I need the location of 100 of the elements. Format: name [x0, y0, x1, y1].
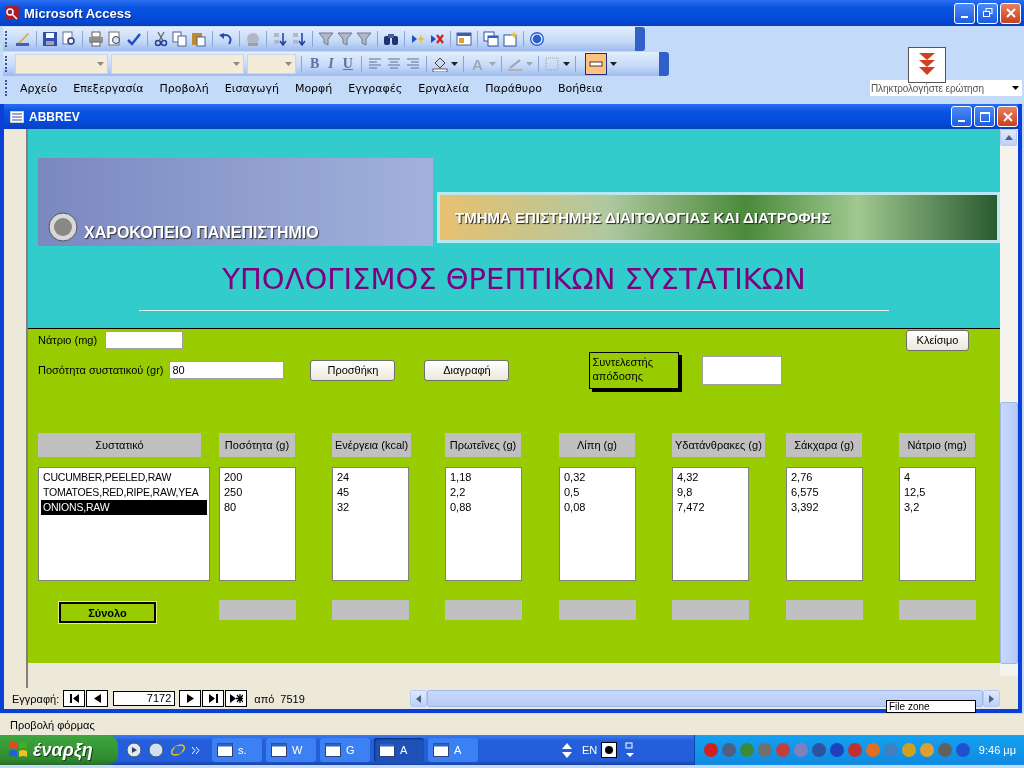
- menu-item[interactable]: Εργαλεία: [410, 81, 478, 95]
- input-field[interactable]: 80: [169, 361, 285, 379]
- menu-item[interactable]: Μορφή: [286, 81, 341, 95]
- taskbar-button[interactable]: G: [320, 738, 370, 762]
- line-color-icon[interactable]: [506, 56, 523, 72]
- list-item: 4: [903, 470, 912, 485]
- list-item[interactable]: TOMATOES,RED,RIPE,RAW,YEA: [41, 485, 201, 500]
- record-count-label: από: [254, 692, 275, 705]
- first-record-button[interactable]: [63, 690, 86, 707]
- tray-icon[interactable]: [811, 742, 827, 758]
- tray-icon[interactable]: [829, 742, 845, 758]
- maximize-button[interactable]: [974, 106, 995, 127]
- scroll-down-icon[interactable]: [562, 751, 572, 758]
- key-icon: [4, 5, 20, 21]
- vertical-scrollbar[interactable]: [1000, 129, 1018, 676]
- caret-icon[interactable]: [450, 62, 458, 66]
- find-icon[interactable]: [383, 31, 399, 47]
- list-box[interactable]: 4 12,5 3,2: [899, 467, 976, 581]
- underline-button[interactable]: U: [339, 56, 356, 72]
- new-record-button[interactable]: [225, 690, 248, 707]
- next-record-button[interactable]: [179, 690, 202, 707]
- double-chevron-down-icon[interactable]: [908, 47, 946, 83]
- scroll-up-icon[interactable]: [562, 742, 572, 749]
- list-box[interactable]: 1,18 2,2 0,88: [445, 467, 522, 581]
- sort-icon[interactable]: [272, 31, 288, 47]
- taskbar-button[interactable]: s.: [212, 738, 262, 762]
- tray-icon[interactable]: [955, 742, 971, 758]
- bold-button[interactable]: B: [307, 56, 323, 72]
- special-effect-icon[interactable]: [584, 53, 607, 75]
- italic-button[interactable]: I: [325, 56, 337, 72]
- properties-icon[interactable]: [456, 31, 472, 47]
- window-icon: [433, 743, 449, 757]
- menu-item[interactable]: Παράθυρο: [477, 81, 550, 95]
- record-number-field[interactable]: 7172: [113, 691, 176, 706]
- total-button[interactable]: Σύνολο: [59, 602, 156, 623]
- taskbar-button[interactable]: A: [428, 738, 478, 762]
- close-form-button[interactable]: Κλείσιμο: [906, 329, 969, 351]
- print-icon[interactable]: [88, 31, 104, 47]
- ruler-pencil-icon[interactable]: [15, 31, 31, 47]
- taskbar-button[interactable]: A: [374, 738, 424, 762]
- caret-icon[interactable]: [562, 62, 570, 66]
- minimize-button[interactable]: [954, 2, 975, 24]
- filter-icon[interactable]: [337, 31, 353, 47]
- start-button[interactable]: έναρξη: [0, 735, 118, 765]
- window-icon[interactable]: [483, 31, 499, 47]
- menu-item[interactable]: Αρχείο: [12, 81, 66, 95]
- action-button[interactable]: Διαγραφή: [424, 359, 510, 381]
- print-preview-icon[interactable]: [107, 31, 123, 47]
- menu-item[interactable]: Εγγραφές: [340, 81, 411, 95]
- new-object-icon[interactable]: [502, 31, 518, 47]
- menu-item[interactable]: Βοήθεια: [549, 81, 611, 95]
- page-magnifier-icon[interactable]: [61, 31, 77, 47]
- list-box[interactable]: 4,32 9,8 7,472: [672, 467, 749, 581]
- menu-item[interactable]: Προβολή: [151, 81, 217, 95]
- minimize-button[interactable]: [951, 106, 972, 127]
- input-field[interactable]: [105, 331, 184, 349]
- sort-icon[interactable]: [291, 31, 307, 47]
- list-box[interactable]: 0,32 0,5 0,08: [559, 467, 636, 581]
- list-box[interactable]: CUCUMBER,PEELED,RAW TOMATOES,RED,RIPE,RAW,YEA ONIONS,RAW: [38, 467, 210, 581]
- filter-icon[interactable]: [318, 31, 334, 47]
- language-bar-icon[interactable]: [625, 742, 636, 758]
- fill-bucket-icon[interactable]: [431, 56, 448, 72]
- scroll-thumb[interactable]: [1000, 402, 1018, 664]
- undo-icon[interactable]: [218, 31, 234, 47]
- save-icon[interactable]: [42, 31, 58, 47]
- scroll-up-button[interactable]: [1000, 129, 1017, 146]
- action-button[interactable]: Προσθήκη: [310, 359, 396, 381]
- menu-item[interactable]: Εισαγωγή: [216, 81, 287, 95]
- list-box[interactable]: 24 45 32: [332, 467, 409, 581]
- close-button[interactable]: [997, 106, 1018, 127]
- filter-icon[interactable]: [356, 31, 372, 47]
- menu-item[interactable]: Επεξεργασία: [65, 81, 152, 95]
- record-label: Εγγραφή:: [12, 692, 60, 705]
- language-indicator[interactable]: EN: [582, 744, 598, 756]
- scroll-right-button[interactable]: [983, 690, 1000, 707]
- question-field[interactable]: Πληκτρολογήστε ερώτηση: [870, 80, 1022, 96]
- previous-icon: [93, 694, 101, 703]
- column-heading: Νάτριο (mg): [899, 433, 975, 457]
- list-item[interactable]: ONIONS,RAW: [41, 500, 207, 515]
- caret-icon[interactable]: [609, 62, 617, 66]
- restore-button[interactable]: [977, 2, 998, 24]
- previous-record-button[interactable]: [86, 690, 109, 707]
- caret-icon: [97, 62, 104, 66]
- flag-icon: [8, 741, 28, 759]
- last-record-button[interactable]: [202, 690, 225, 707]
- taskbar-button[interactable]: W: [266, 738, 316, 762]
- list-item[interactable]: CUCUMBER,PEELED,RAW: [41, 470, 174, 485]
- paste-icon[interactable]: [191, 31, 207, 47]
- list-item: 3,392: [790, 500, 820, 515]
- list-box[interactable]: 200 250 80: [219, 467, 296, 581]
- cut-icon[interactable]: [153, 31, 169, 47]
- list-box[interactable]: 2,76 6,575 3,392: [786, 467, 863, 581]
- list-item: 9,8: [676, 485, 694, 500]
- input-field[interactable]: [702, 355, 783, 385]
- close-button[interactable]: [1000, 2, 1021, 24]
- media-player-icon[interactable]: [126, 742, 142, 758]
- copy-icon[interactable]: [172, 31, 188, 47]
- scroll-left-button[interactable]: [410, 690, 427, 707]
- minimize-icon: [961, 16, 968, 18]
- chevron-icon[interactable]: [192, 746, 200, 754]
